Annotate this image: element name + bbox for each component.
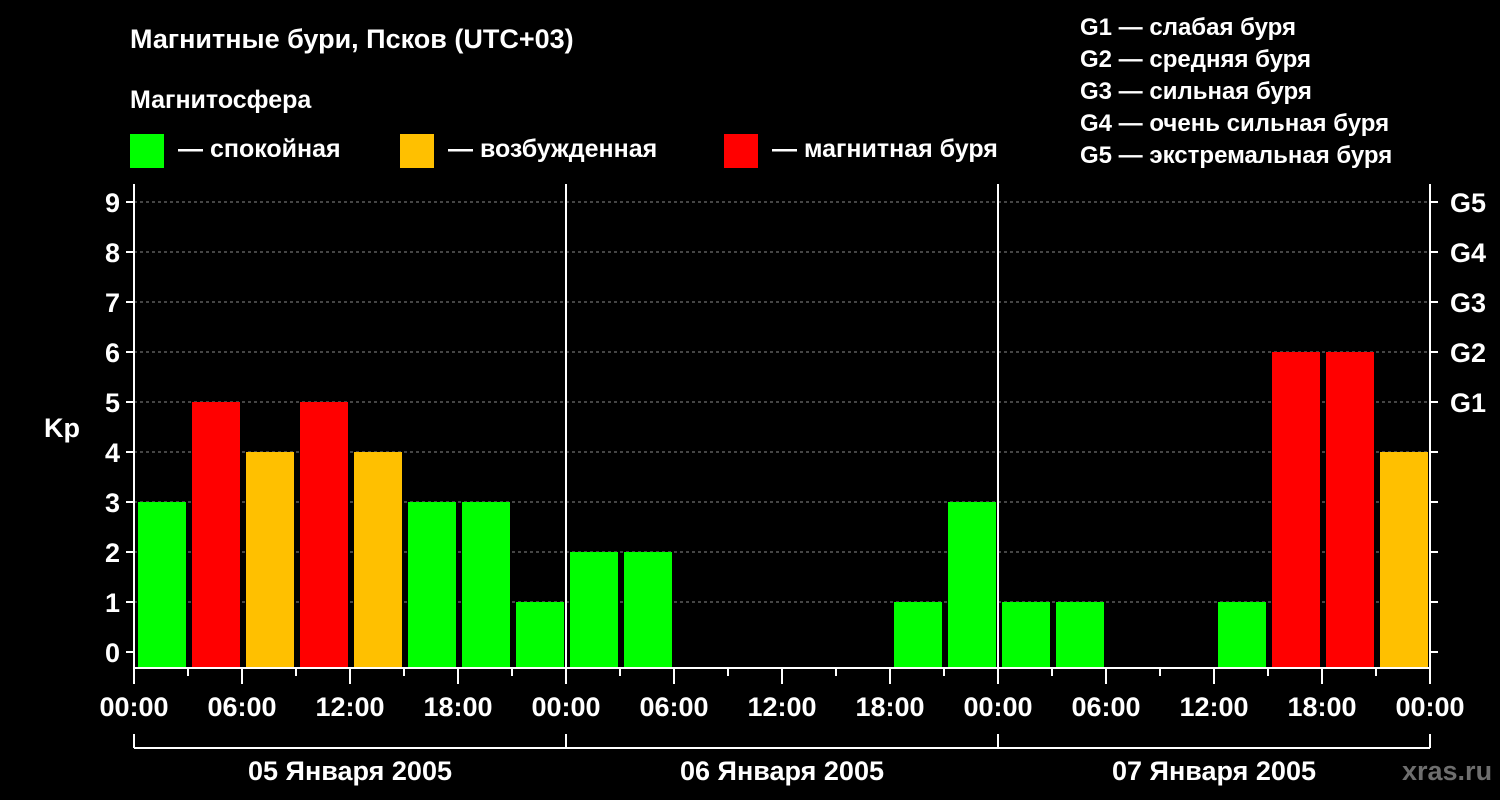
x-tick-label: 06:00: [207, 692, 276, 722]
y-tick-label: 0: [105, 638, 120, 668]
kp-bar: [948, 502, 996, 668]
kp-bar: [1002, 602, 1050, 668]
kp-bar: [624, 552, 672, 668]
kp-bar: [1272, 352, 1320, 668]
day-label: 07 Января 2005: [1112, 756, 1316, 786]
kp-bar: [354, 452, 402, 668]
y-tick-label: 5: [105, 388, 120, 418]
day-label: 05 Января 2005: [248, 756, 452, 786]
x-tick-label: 00:00: [531, 692, 600, 722]
y-tick-label: 8: [105, 238, 120, 268]
kp-bar: [1056, 602, 1104, 668]
x-tick-label: 00:00: [963, 692, 1032, 722]
g-level-label: G4: [1450, 238, 1486, 268]
watermark: xras.ru: [1402, 756, 1493, 786]
kp-bar: [1380, 452, 1428, 668]
x-tick-label: 06:00: [1071, 692, 1140, 722]
x-tick-label: 12:00: [747, 692, 816, 722]
g-level-label: G5: [1450, 188, 1486, 218]
kp-bar: [300, 402, 348, 668]
day-label: 06 Января 2005: [680, 756, 884, 786]
y-tick-label: 7: [105, 288, 120, 318]
kp-bar: [1218, 602, 1266, 668]
kp-bar: [516, 602, 564, 668]
y-axis-label: Kp: [44, 413, 80, 443]
g-level-label: G2: [1450, 338, 1486, 368]
g-level-label: G1: [1450, 388, 1486, 418]
y-tick-label: 2: [105, 538, 120, 568]
kp-bar: [408, 502, 456, 668]
kp-bar: [894, 602, 942, 668]
kp-bar: [462, 502, 510, 668]
y-tick-label: 4: [105, 438, 120, 468]
x-tick-label: 18:00: [423, 692, 492, 722]
g-level-label: G3: [1450, 288, 1486, 318]
x-tick-label: 06:00: [639, 692, 708, 722]
x-tick-label: 18:00: [855, 692, 924, 722]
kp-bar: [138, 502, 186, 668]
x-tick-label: 12:00: [1179, 692, 1248, 722]
kp-bar: [1326, 352, 1374, 668]
kp-chart: 0 1 2 3 4 5 6 7 8 9 G1 G2 G3 G4 G5 Kp 00:00 06:00 12:00 18:…: [44, 184, 1486, 786]
kp-bar: [246, 452, 294, 668]
y-tick-label: 9: [105, 188, 120, 218]
y-tick-label: 3: [105, 488, 120, 518]
y-tick-label: 6: [105, 338, 120, 368]
x-tick-label: 12:00: [315, 692, 384, 722]
kp-bar: [570, 552, 618, 668]
x-tick-label: 18:00: [1287, 692, 1356, 722]
x-tick-label: 00:00: [1395, 692, 1464, 722]
kp-bar: [192, 402, 240, 668]
y-tick-label: 1: [105, 588, 120, 618]
x-tick-label: 00:00: [99, 692, 168, 722]
